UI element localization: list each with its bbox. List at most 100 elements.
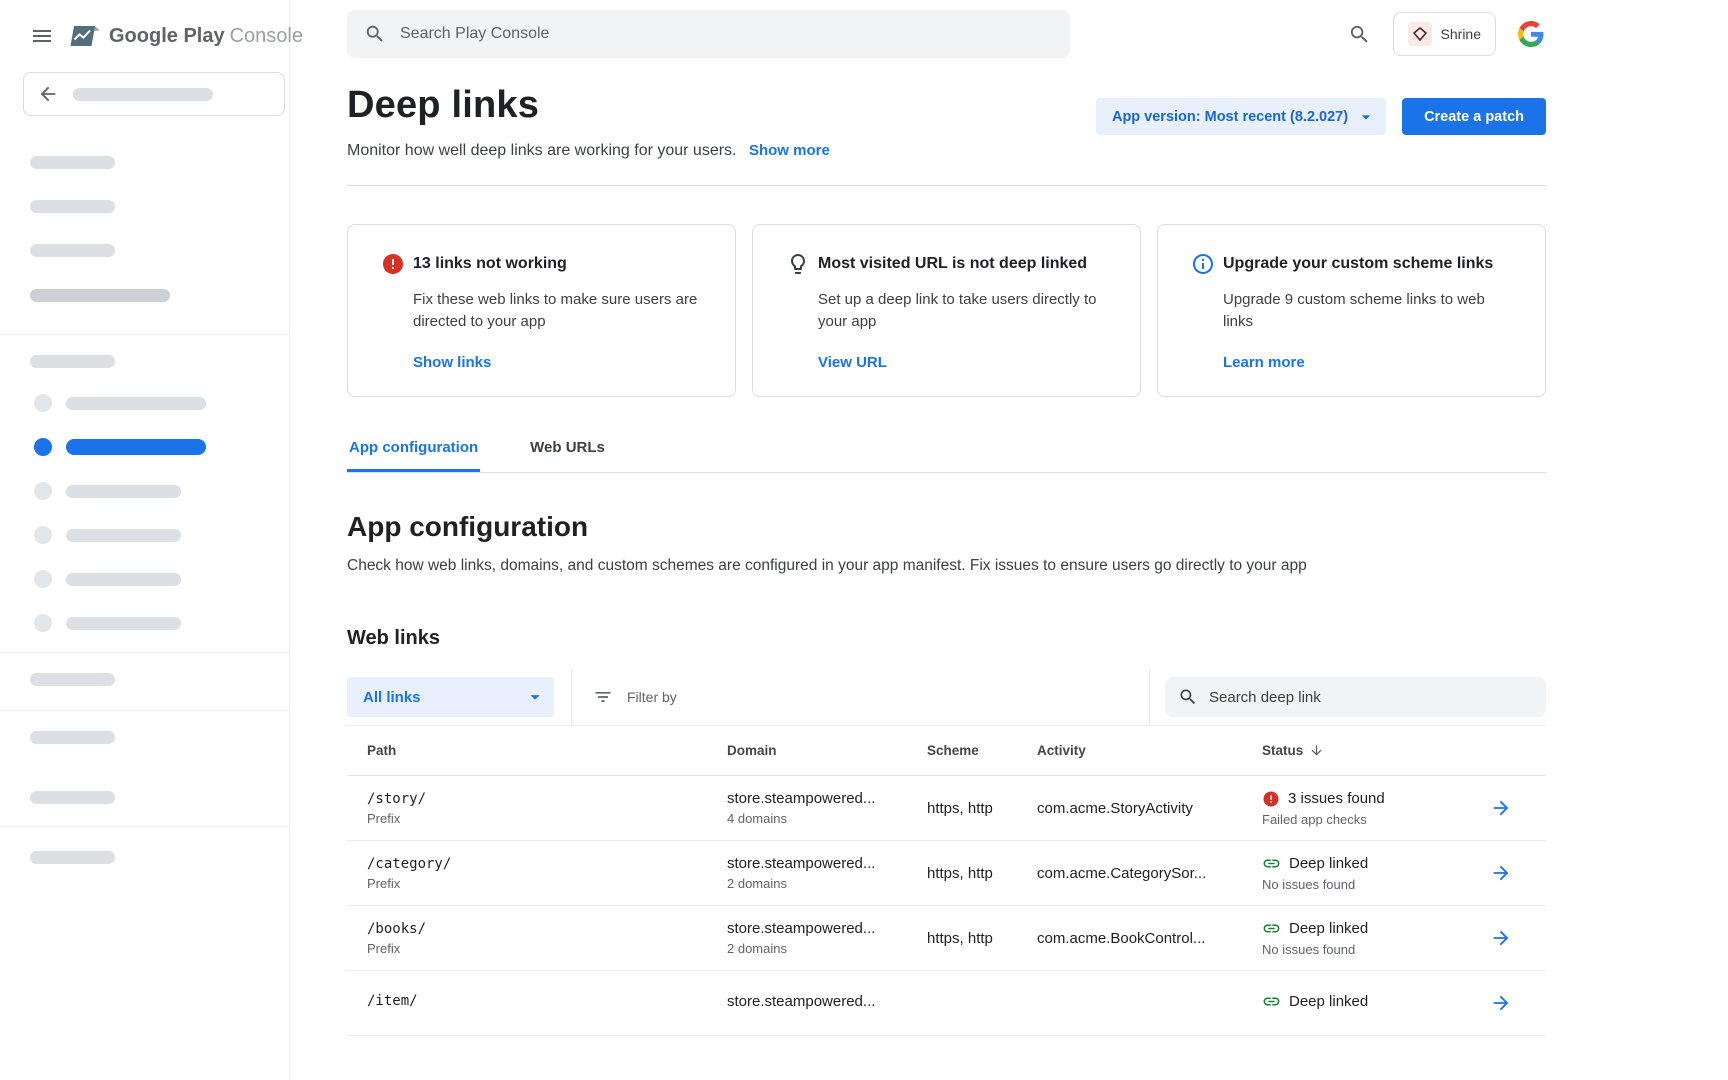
nav-item-icon bbox=[34, 394, 52, 412]
status-detail: No issues found bbox=[1262, 877, 1490, 892]
arrow-forward-icon bbox=[1490, 927, 1512, 949]
error-icon bbox=[381, 252, 405, 276]
path-match-type: Prefix bbox=[367, 811, 727, 826]
app-selector-label: Shrine bbox=[1441, 26, 1481, 42]
play-console-logo[interactable]: Google PlayConsole bbox=[70, 23, 303, 49]
sidebar-nav-item[interactable] bbox=[0, 614, 289, 632]
google-account-button[interactable] bbox=[1516, 19, 1546, 49]
view-url-link[interactable]: View URL bbox=[818, 354, 887, 371]
show-more-link[interactable]: Show more bbox=[749, 142, 830, 159]
app-version-dropdown[interactable]: App version: Most recent (8.2.027) bbox=[1096, 98, 1386, 135]
nav-item-icon bbox=[34, 614, 52, 632]
back-to-apps-button[interactable] bbox=[23, 72, 285, 116]
section-description: Check how web links, domains, and custom… bbox=[347, 557, 1546, 575]
activity-value: com.acme.CategorySor... bbox=[1037, 865, 1262, 882]
row-detail-button[interactable] bbox=[1490, 862, 1546, 884]
show-links-link[interactable]: Show links bbox=[413, 354, 491, 371]
chevron-down-icon bbox=[524, 686, 546, 708]
sidebar-nav-item[interactable] bbox=[0, 394, 289, 412]
status-value: Deep linked bbox=[1289, 855, 1368, 872]
search-icon bbox=[364, 23, 386, 45]
hamburger-menu-icon bbox=[30, 24, 54, 48]
column-header-path: Path bbox=[347, 743, 727, 758]
nav-item-icon bbox=[34, 570, 52, 588]
sidebar-nav-item[interactable] bbox=[0, 482, 289, 500]
table-header-row: Path Domain Scheme Activity Status bbox=[347, 726, 1546, 776]
deep-link-icon bbox=[1262, 919, 1281, 938]
sidebar-skeleton-item bbox=[30, 673, 115, 686]
path-value: /item/ bbox=[367, 993, 727, 1009]
info-icon bbox=[1191, 252, 1215, 276]
status-value: Deep linked bbox=[1289, 920, 1368, 937]
card-title: Most visited URL is not deep linked bbox=[818, 255, 1087, 273]
path-value: /category/ bbox=[367, 856, 727, 872]
deep-link-search-input[interactable] bbox=[1209, 689, 1533, 706]
sidebar-skeleton-item bbox=[30, 156, 115, 169]
sidebar-skeleton-item bbox=[30, 731, 115, 744]
arrow-forward-icon bbox=[1490, 992, 1512, 1014]
sidebar-skeleton-item bbox=[30, 791, 115, 804]
app-name-skeleton bbox=[73, 88, 213, 101]
logo-text-google-play: Google Play bbox=[109, 25, 225, 47]
filter-by-button[interactable]: Filter by bbox=[593, 687, 677, 707]
column-header-status[interactable]: Status bbox=[1262, 743, 1490, 758]
sidebar-nav-item[interactable] bbox=[0, 570, 289, 588]
card-title: 13 links not working bbox=[413, 255, 567, 273]
create-patch-button[interactable]: Create a patch bbox=[1402, 98, 1546, 135]
global-search[interactable] bbox=[347, 10, 1070, 58]
path-match-type: Prefix bbox=[367, 876, 727, 891]
filter-icon bbox=[593, 687, 613, 707]
tab-bar: App configuration Web URLs bbox=[347, 439, 1546, 473]
sidebar-divider bbox=[0, 826, 289, 827]
card-most-visited-url: Most visited URL is not deep linked Set … bbox=[752, 224, 1141, 397]
sidebar-skeleton-item bbox=[30, 244, 115, 257]
status-value: 3 issues found bbox=[1288, 790, 1385, 807]
sidebar-skeleton-item bbox=[30, 200, 115, 213]
shrine-app-icon bbox=[1408, 22, 1432, 46]
card-links-not-working: 13 links not working Fix these web links… bbox=[347, 224, 736, 397]
card-body: Set up a deep link to take users directl… bbox=[818, 289, 1112, 333]
google-logo-icon bbox=[1518, 21, 1544, 47]
sidebar-nav-item[interactable] bbox=[0, 526, 289, 544]
secondary-search-button[interactable] bbox=[1346, 21, 1373, 48]
app-selector-chip[interactable]: Shrine bbox=[1393, 12, 1496, 56]
sidebar-divider bbox=[0, 652, 289, 653]
table-row[interactable]: /story/ Prefix store.steampowered... 4 d… bbox=[347, 776, 1546, 841]
scheme-value: https, http bbox=[927, 865, 1037, 882]
sidebar-nav-item-deep-links-active[interactable] bbox=[0, 438, 289, 456]
activity-value: com.acme.BookControl... bbox=[1037, 930, 1262, 947]
card-body: Upgrade 9 custom scheme links to web lin… bbox=[1223, 289, 1517, 333]
table-row[interactable]: /books/ Prefix store.steampowered... 2 d… bbox=[347, 906, 1546, 971]
row-detail-button[interactable] bbox=[1490, 797, 1546, 819]
deep-link-search[interactable] bbox=[1165, 677, 1546, 717]
status-detail: Failed app checks bbox=[1262, 812, 1490, 827]
row-detail-button[interactable] bbox=[1490, 992, 1546, 1014]
domain-value: store.steampowered... bbox=[727, 855, 927, 872]
sidebar-skeleton-item bbox=[30, 851, 115, 864]
links-filter-dropdown[interactable]: All links bbox=[347, 677, 554, 717]
web-links-title: Web links bbox=[347, 627, 1546, 650]
page-subtitle: Monitor how well deep links are working … bbox=[347, 142, 737, 159]
toolbar-divider bbox=[1149, 669, 1150, 726]
section-title: App configuration bbox=[347, 511, 1546, 543]
web-links-toolbar: All links Filter by bbox=[347, 669, 1546, 726]
links-filter-value: All links bbox=[363, 689, 421, 706]
row-detail-button[interactable] bbox=[1490, 927, 1546, 949]
menu-button[interactable] bbox=[28, 22, 56, 50]
table-row[interactable]: /category/ Prefix store.steampowered... … bbox=[347, 841, 1546, 906]
card-body: Fix these web links to make sure users a… bbox=[413, 289, 707, 333]
status-cell: Deep linked No issues found bbox=[1262, 919, 1490, 957]
domain-value: store.steampowered... bbox=[727, 920, 927, 937]
sort-descending-icon bbox=[1309, 743, 1324, 758]
status-cell: Deep linked bbox=[1262, 992, 1490, 1015]
status-cell: Deep linked No issues found bbox=[1262, 854, 1490, 892]
scheme-value: https, http bbox=[927, 930, 1037, 947]
deep-link-icon bbox=[1262, 992, 1281, 1011]
learn-more-link[interactable]: Learn more bbox=[1223, 354, 1305, 371]
global-search-input[interactable] bbox=[400, 25, 1053, 43]
table-row[interactable]: /item/ store.steampowered... Deep linked bbox=[347, 971, 1546, 1036]
tab-app-configuration[interactable]: App configuration bbox=[347, 439, 480, 472]
topbar: Shrine bbox=[290, 0, 1728, 58]
tab-web-urls[interactable]: Web URLs bbox=[528, 439, 607, 472]
path-match-type: Prefix bbox=[367, 941, 727, 956]
